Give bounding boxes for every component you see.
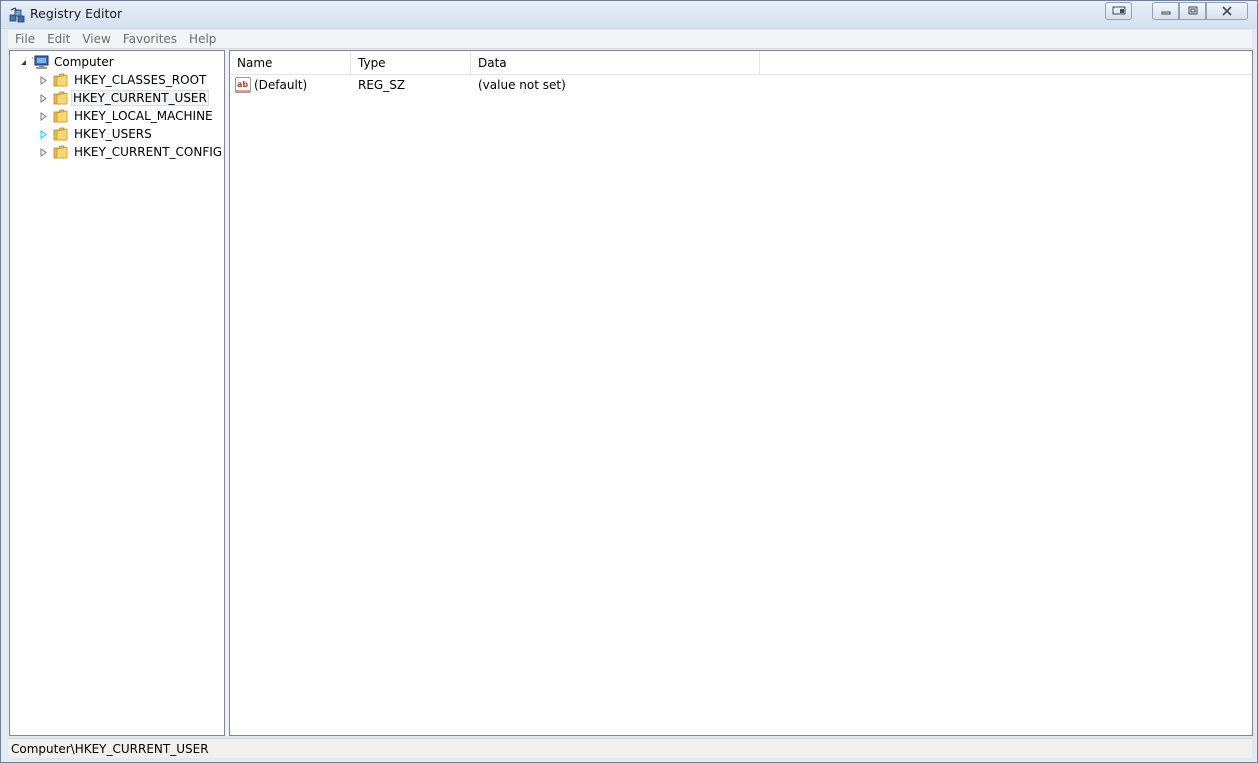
- computer-icon: [32, 55, 49, 69]
- expand-arrow-icon[interactable]: [39, 112, 48, 121]
- key-tree-pane[interactable]: Computer HKEY_CLASSES_ROOT HKEY_CURRENT_…: [9, 50, 225, 736]
- menu-favorites[interactable]: Favorites: [117, 30, 183, 49]
- tree-item-label: HKEY_CURRENT_USER: [71, 90, 209, 106]
- window-title: Registry Editor: [30, 6, 123, 21]
- tree-item-hkey-users[interactable]: HKEY_USERS: [10, 125, 224, 143]
- tree-item-computer[interactable]: Computer: [10, 53, 224, 71]
- tree-item-label: Computer: [54, 55, 114, 69]
- status-path: Computer\HKEY_CURRENT_USER: [11, 742, 209, 756]
- tree-item-hkey-local-machine[interactable]: HKEY_LOCAL_MACHINE: [10, 107, 224, 125]
- menu-help[interactable]: Help: [183, 30, 222, 49]
- tree-item-hkey-classes-root[interactable]: HKEY_CLASSES_ROOT: [10, 71, 224, 89]
- column-header-name[interactable]: Name: [230, 51, 351, 75]
- folder-icon: [53, 91, 68, 105]
- minimize-button[interactable]: [1152, 2, 1179, 20]
- list-item[interactable]: ab (Default) REG_SZ (value not set): [230, 76, 1252, 95]
- tree-item-label: HKEY_LOCAL_MACHINE: [74, 109, 213, 123]
- screen-button[interactable]: [1105, 2, 1132, 20]
- folder-icon: [53, 73, 68, 87]
- string-value-icon: ab: [235, 77, 251, 93]
- tree-item-label: HKEY_CURRENT_CONFIG: [74, 145, 223, 159]
- screen-icon: [1112, 6, 1125, 15]
- value-data: (value not set): [478, 78, 566, 92]
- list-header: Name Type Data: [230, 51, 1252, 75]
- expand-arrow-icon[interactable]: [39, 94, 48, 103]
- column-header-type[interactable]: Type: [351, 51, 471, 75]
- folder-icon: [53, 109, 68, 123]
- menu-bar: File Edit View Favorites Help: [8, 30, 1252, 49]
- svg-text:ab: ab: [237, 80, 248, 89]
- collapse-arrow-icon[interactable]: [19, 58, 28, 67]
- folder-icon: [53, 145, 68, 159]
- close-icon: [1222, 6, 1232, 16]
- maximize-icon: [1188, 6, 1197, 15]
- registry-editor-icon: [9, 7, 25, 23]
- tree-item-hkey-current-config[interactable]: HKEY_CURRENT_CONFIG: [10, 143, 224, 161]
- title-bar[interactable]: Registry Editor: [1, 1, 1257, 28]
- expand-arrow-icon[interactable]: [39, 148, 48, 157]
- registry-editor-window: Registry Editor File Edit View Favorites…: [0, 0, 1258, 763]
- minimize-icon: [1161, 11, 1170, 15]
- close-button[interactable]: [1206, 2, 1248, 20]
- menu-view[interactable]: View: [76, 30, 116, 49]
- column-header-data[interactable]: Data: [471, 51, 760, 75]
- expand-arrow-icon[interactable]: [39, 76, 48, 85]
- status-bar: Computer\HKEY_CURRENT_USER: [8, 738, 1252, 758]
- value-name: (Default): [254, 78, 308, 92]
- maximize-button[interactable]: [1179, 2, 1206, 20]
- tree-item-label: HKEY_USERS: [74, 127, 152, 141]
- menu-edit[interactable]: Edit: [41, 30, 76, 49]
- expand-arrow-icon[interactable]: [39, 130, 48, 139]
- tree-item-hkey-current-user[interactable]: HKEY_CURRENT_USER: [10, 89, 224, 107]
- menu-file[interactable]: File: [8, 30, 41, 49]
- values-list-pane[interactable]: Name Type Data ab (Default) REG_SZ (valu…: [229, 50, 1253, 736]
- tree-item-label: HKEY_CLASSES_ROOT: [74, 73, 207, 87]
- value-type: REG_SZ: [358, 78, 406, 92]
- folder-icon: [53, 127, 68, 141]
